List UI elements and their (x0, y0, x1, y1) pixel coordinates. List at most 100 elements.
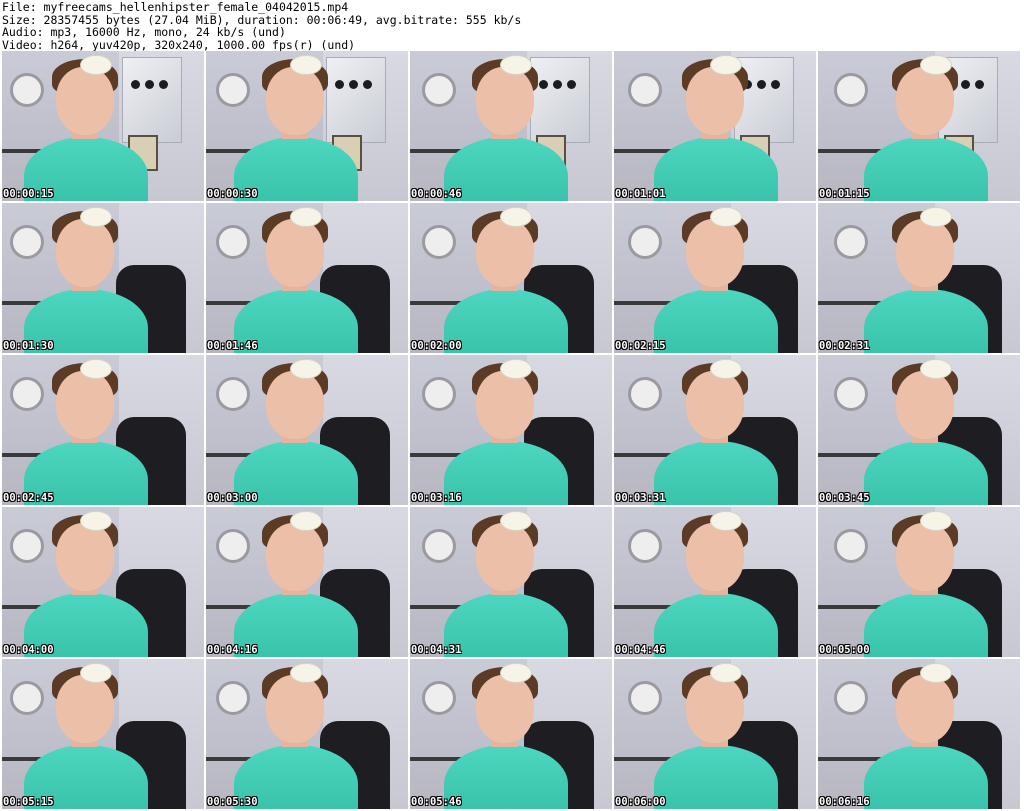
thumbnail-timestamp: 00:00:30 (207, 188, 258, 200)
wall-clock-icon (628, 529, 662, 563)
thumbnail-timestamp: 00:05:15 (3, 796, 54, 808)
hair-bow-icon (500, 207, 532, 227)
video-thumbnail: 00:04:16 (206, 507, 408, 657)
panel-dot (567, 80, 576, 89)
wall-clock-icon (834, 529, 868, 563)
wall-clock-icon (422, 377, 456, 411)
video-thumbnail: 00:02:15 (614, 203, 816, 353)
wall-clock-icon (10, 377, 44, 411)
person-face (686, 219, 744, 287)
wall-clock-icon (834, 73, 868, 107)
thumbnail-timestamp: 00:03:16 (411, 492, 462, 504)
hair-bow-icon (500, 511, 532, 531)
hair-bow-icon (500, 663, 532, 683)
wall-clock-icon (422, 73, 456, 107)
thumbnail-timestamp: 00:03:31 (615, 492, 666, 504)
hair-bow-icon (80, 663, 112, 683)
video-thumbnail: 00:03:00 (206, 355, 408, 505)
person-face (56, 371, 114, 439)
thumbnail-timestamp: 00:00:15 (3, 188, 54, 200)
panel-dot (961, 80, 970, 89)
person-face (56, 219, 114, 287)
wall-clock-icon (216, 681, 250, 715)
panel-dot (131, 80, 140, 89)
person-face (476, 523, 534, 591)
video-thumbnail: 00:01:15 (818, 51, 1020, 201)
wall-clock-icon (628, 73, 662, 107)
thumbnail-timestamp: 00:06:16 (819, 796, 870, 808)
file-info-header: File: myfreecams_hellenhipster_female_04… (0, 0, 1024, 51)
panel-dot (159, 80, 168, 89)
video-thumbnail: 00:02:31 (818, 203, 1020, 353)
video-thumbnail: 00:04:31 (410, 507, 612, 657)
thumbnail-timestamp: 00:00:46 (411, 188, 462, 200)
thumbnail-timestamp: 00:01:01 (615, 188, 666, 200)
thumbnail-timestamp: 00:01:15 (819, 188, 870, 200)
thumbnail-timestamp: 00:04:31 (411, 644, 462, 656)
wall-clock-icon (628, 681, 662, 715)
thumbnail-timestamp: 00:02:15 (615, 340, 666, 352)
person-face (266, 523, 324, 591)
hair-bow-icon (710, 207, 742, 227)
hair-bow-icon (290, 359, 322, 379)
person-face (476, 371, 534, 439)
video-thumbnail: 00:03:16 (410, 355, 612, 505)
person-face (686, 675, 744, 743)
video-thumbnail: 00:05:30 (206, 659, 408, 809)
video-thumbnail: 00:03:45 (818, 355, 1020, 505)
wall-clock-icon (834, 225, 868, 259)
thumbnail-timestamp: 00:05:00 (819, 644, 870, 656)
hair-bow-icon (80, 511, 112, 531)
hair-bow-icon (80, 359, 112, 379)
hair-bow-icon (710, 663, 742, 683)
file-name-line: File: myfreecams_hellenhipster_female_04… (2, 0, 349, 14)
person-face (476, 675, 534, 743)
hair-bow-icon (710, 55, 742, 75)
video-thumbnail: 00:06:16 (818, 659, 1020, 809)
person-face (686, 371, 744, 439)
wall-clock-icon (216, 377, 250, 411)
thumbnail-timestamp: 00:05:30 (207, 796, 258, 808)
video-thumbnail: 00:04:00 (2, 507, 204, 657)
wall-clock-icon (628, 225, 662, 259)
person-face (896, 219, 954, 287)
hair-bow-icon (920, 359, 952, 379)
hair-bow-icon (290, 511, 322, 531)
thumbnail-timestamp: 00:04:46 (615, 644, 666, 656)
wall-clock-icon (10, 681, 44, 715)
panel-dot (553, 80, 562, 89)
person-face (56, 523, 114, 591)
hair-bow-icon (500, 359, 532, 379)
thumbnail-grid: 00:00:15 00:00:30 00:00:46 00:01:01 00:01:15… (2, 51, 1020, 809)
video-thumbnail: 00:00:46 (410, 51, 612, 201)
wall-clock-icon (10, 529, 44, 563)
video-thumbnail: 00:06:00 (614, 659, 816, 809)
thumbnail-timestamp: 00:04:00 (3, 644, 54, 656)
video-thumbnail: 00:00:30 (206, 51, 408, 201)
panel-dot (349, 80, 358, 89)
hair-bow-icon (920, 511, 952, 531)
video-thumbnail: 00:01:46 (206, 203, 408, 353)
panel-dot (757, 80, 766, 89)
video-thumbnail: 00:05:15 (2, 659, 204, 809)
video-thumbnail: 00:03:31 (614, 355, 816, 505)
wall-clock-icon (422, 681, 456, 715)
hair-bow-icon (920, 207, 952, 227)
thumbnail-timestamp: 00:03:45 (819, 492, 870, 504)
person-face (686, 523, 744, 591)
wall-panel (530, 57, 590, 143)
thumbnail-timestamp: 00:02:00 (411, 340, 462, 352)
audio-info-line: Audio: mp3, 16000 Hz, mono, 24 kb/s (und… (2, 25, 286, 39)
hair-bow-icon (290, 207, 322, 227)
thumbnail-timestamp: 00:06:00 (615, 796, 666, 808)
panel-dot (975, 80, 984, 89)
thumbnail-timestamp: 00:01:30 (3, 340, 54, 352)
video-thumbnail: 00:00:15 (2, 51, 204, 201)
video-thumbnail: 00:05:46 (410, 659, 612, 809)
person-face (266, 219, 324, 287)
thumbnail-timestamp: 00:02:31 (819, 340, 870, 352)
panel-dot (363, 80, 372, 89)
person-face (266, 371, 324, 439)
video-thumbnail: 00:01:30 (2, 203, 204, 353)
wall-panel (122, 57, 182, 143)
